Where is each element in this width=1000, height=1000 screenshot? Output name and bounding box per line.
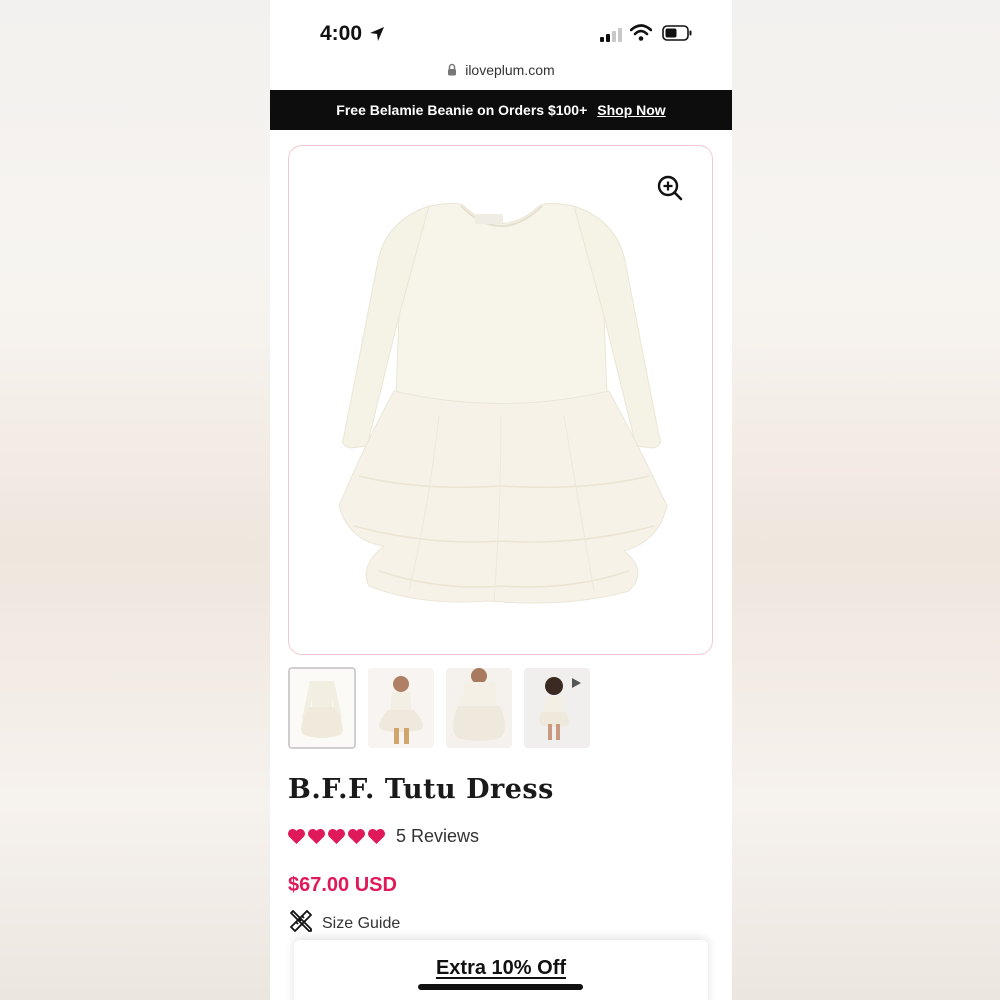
zoom-in-icon[interactable] <box>656 174 684 207</box>
thumbnail-strip <box>288 667 590 749</box>
heart-icon <box>288 828 305 845</box>
wifi-icon <box>629 24 653 47</box>
heart-icon <box>328 828 345 845</box>
blurred-background-left <box>0 0 270 1000</box>
location-arrow-icon <box>369 26 385 47</box>
status-bar: 4:00 <box>270 0 732 58</box>
thumbnail-2[interactable] <box>368 668 434 748</box>
thumbnail-1[interactable] <box>288 667 356 749</box>
heart-icon <box>368 828 385 845</box>
discount-popup[interactable]: Extra 10% Off <box>294 940 708 1000</box>
product-rating[interactable]: 5 Reviews <box>287 826 479 847</box>
status-time: 4:00 <box>320 22 363 45</box>
battery-icon <box>662 25 692 46</box>
lock-icon <box>447 63 457 79</box>
product-price: $67.00 USD <box>288 874 397 896</box>
reviews-link[interactable]: 5 Reviews <box>396 826 479 847</box>
signal-icon <box>600 28 624 47</box>
home-indicator[interactable] <box>418 984 583 990</box>
size-guide-link[interactable]: Size Guide <box>288 908 400 939</box>
size-guide-label: Size Guide <box>322 914 401 932</box>
tutu-dress-image <box>338 203 668 604</box>
play-icon <box>570 676 582 694</box>
phone-screen: 4:00 iloveplum.com Free Belamie Beanie o… <box>270 0 732 1000</box>
rating-hearts <box>287 828 386 845</box>
heart-icon <box>308 828 325 845</box>
ruler-pencil-icon <box>288 908 314 939</box>
blurred-background-right <box>732 0 1000 1000</box>
promo-text: Free Belamie Beanie on Orders $100+ <box>336 102 588 118</box>
popup-title: Extra 10% Off <box>435 957 567 979</box>
product-main-image[interactable] <box>288 145 713 655</box>
thumbnail-3[interactable] <box>446 668 512 748</box>
url-text: iloveplum.com <box>465 62 555 78</box>
thumbnail-4-video[interactable] <box>524 668 590 748</box>
promo-banner: Free Belamie Beanie on Orders $100+ Shop… <box>270 90 732 130</box>
product-title: B.F.F. Tutu Dress <box>288 774 554 805</box>
shop-now-link[interactable]: Shop Now <box>597 102 665 118</box>
heart-icon <box>348 828 365 845</box>
url-bar[interactable]: iloveplum.com <box>270 62 732 79</box>
